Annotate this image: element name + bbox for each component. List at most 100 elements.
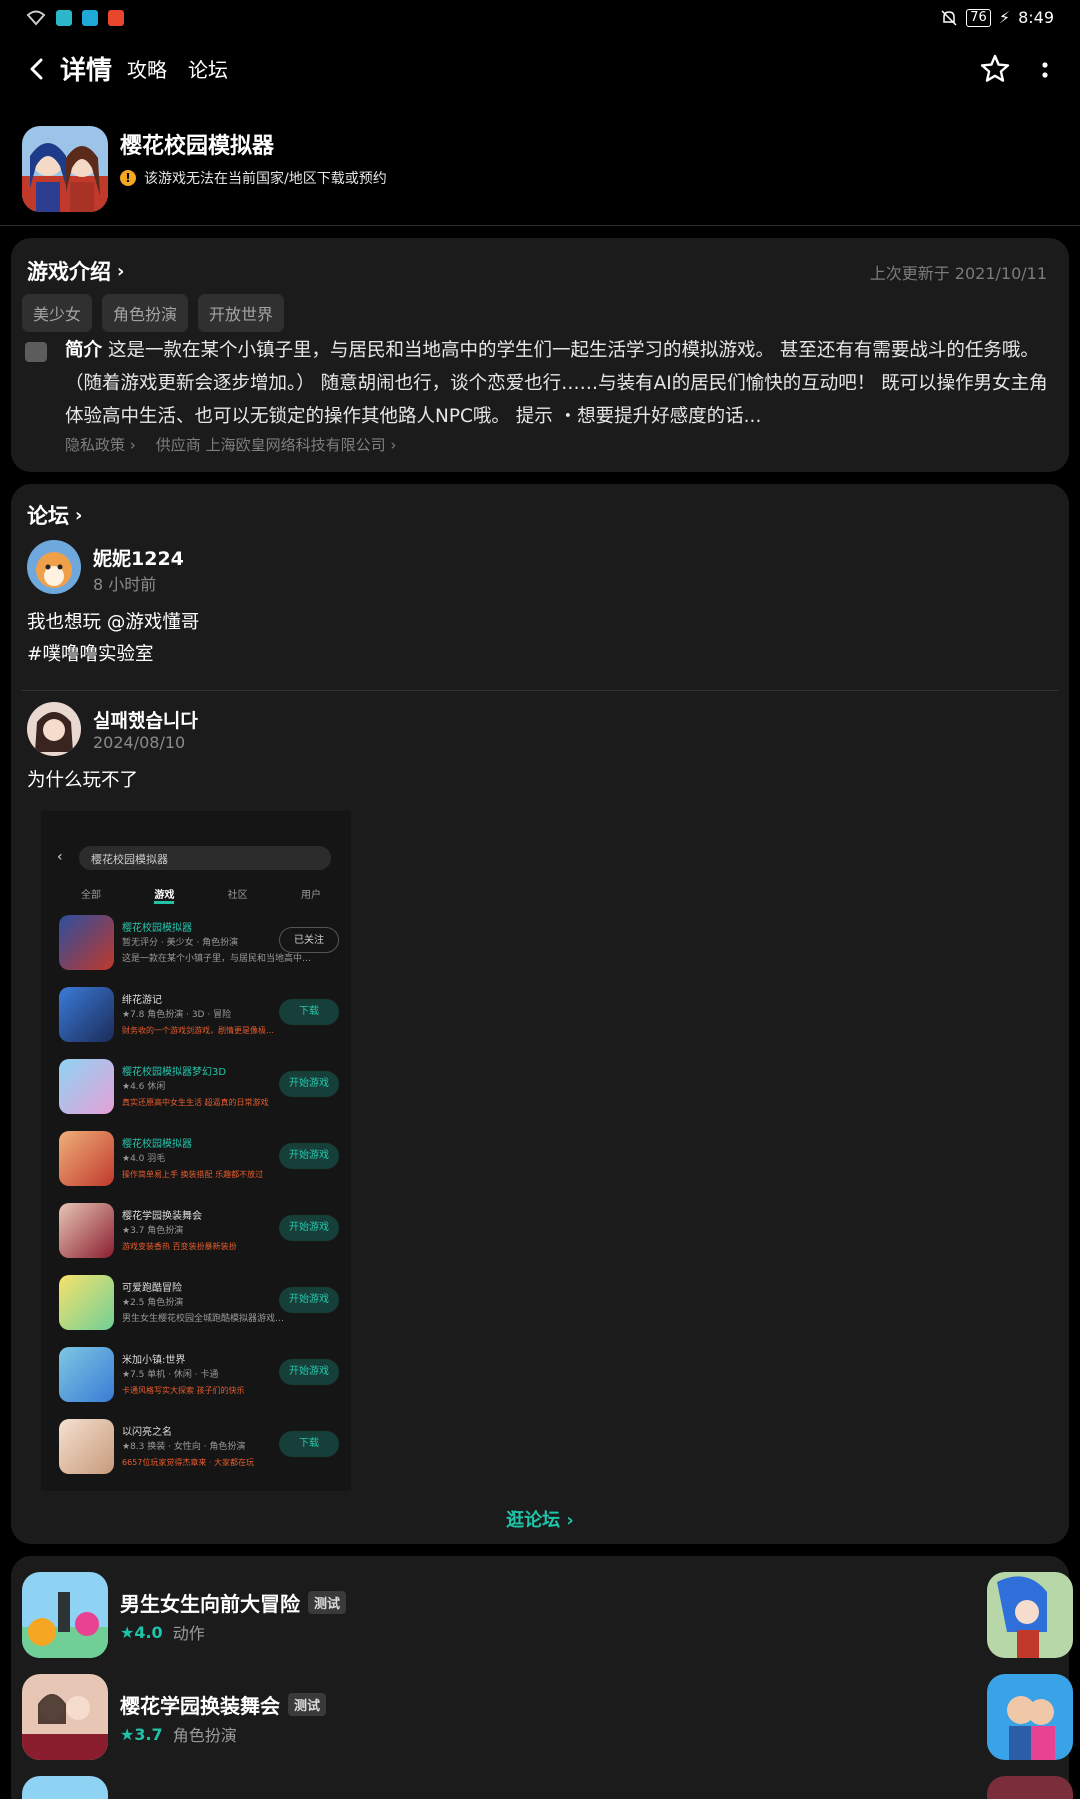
post-author[interactable]: 실패했습니다 [93,706,198,733]
tab-users: 用户 [300,890,321,901]
recommended-game[interactable]: 男生女生向前大冒险 测试 ★4.0 动作 [22,1572,1073,1662]
tag-item[interactable]: 开放世界 [198,294,285,332]
game-title: 樱花校园模拟器 [120,134,275,159]
tab-all: 全部 [81,890,101,901]
result-row: 可爱跑酷冒险 ★2.5 角色扮演 男生女生樱花校园全城跑酷模拟器游戏… 开始游戏 [59,1275,339,1337]
result-name: 樱花校园模拟器 [122,923,192,934]
tab-forum[interactable]: 论坛 [188,54,228,83]
tab-community: 社区 [227,890,248,901]
game-icon [59,987,114,1042]
result-highlight: 操作简单易上手 换装搭配 乐趣都不放过 [122,1170,264,1179]
policy-links: 隐私政策 › 供应商 上海欧皇网络科技有限公司 › [65,434,396,455]
result-highlight: 游戏变装香热 百变装扮暴新装扮 [122,1242,237,1251]
status-icons-left [26,10,124,26]
result-row: 绯花游记 ★7.8 角色扮演 · 3D · 冒险 财务收的一个游戏剑游戏，剧情更… [59,987,339,1049]
tag-item[interactable]: 美少女 [22,294,93,332]
recommended-title: 樱花学园换装舞会 [120,1694,280,1718]
clock: 8:49 [1018,8,1054,27]
recommended-meta: ★4.0 动作 [120,1620,205,1644]
result-name: 樱花校园模拟器 [122,1139,192,1150]
game-thumbnail [987,1674,1073,1760]
divider [0,225,1080,226]
tab-guides[interactable]: 攻略 [127,54,167,83]
visit-forum-link[interactable]: 逛论坛 › [11,1506,1069,1532]
result-name: 樱花学园换装舞会 [122,1211,202,1222]
search-bar: 樱花校园模拟器 [79,846,331,870]
result-row: 樱花校园模拟器 暂无评分 · 美少女 · 角色扮演 这是一款在某个小镇子里，与居… [59,915,339,977]
result-name: 樱花校园模拟器梦幻3D [122,1067,227,1078]
chevron-right-icon: › [117,260,125,282]
post-image[interactable]: ‹ 樱花校园模拟器 全部 游戏 社区 用户 樱花校园模拟器 暂无评分 · 美少女… [41,811,351,1491]
tag-list: 美少女 角色扮演 开放世界 [22,294,285,332]
charging-icon: ⚡ [998,8,1011,27]
result-meta: ★3.7 角色扮演 [122,1226,184,1236]
game-icon [59,1347,114,1402]
recommended-title-row: 男生女生向前大冒险 测试 [120,1588,347,1617]
tab-details[interactable]: 详情 [60,50,113,87]
app-notification-icon [56,10,72,26]
game-icon [22,1776,108,1799]
result-button: 开始游戏 [279,1287,339,1313]
recommended-title-row: 樱花学园换装舞会 测试 [120,1690,327,1719]
result-row: 米加小镇:世界 ★7.5 单机 · 休闲 · 卡通 卡通风格写实大探索 孩子们的… [59,1347,339,1409]
rating: ★3.7 [120,1724,163,1744]
recommended-game[interactable]: 樱花学园换装舞会 测试 ★3.7 角色扮演 [22,1674,1073,1764]
search-tabs: 全部 游戏 社区 用户 [81,886,321,904]
game-icon [59,1203,114,1258]
star-icon[interactable] [978,52,1012,86]
intro-header[interactable]: 游戏介绍 › [27,256,124,286]
game-thumbnail [987,1776,1073,1799]
game-icon [59,1275,114,1330]
back-arrow-icon: ‹ [57,849,63,865]
recommended-game[interactable] [22,1776,1073,1799]
privacy-policy-link[interactable]: 隐私政策 › [65,434,136,455]
game-icon [22,126,108,212]
result-name: 以闪亮之名 [122,1427,172,1438]
post-hashtag[interactable]: #噗噜噜实验室 [27,638,154,671]
game-icon [22,1674,108,1760]
game-intro-card: 游戏介绍 › 上次更新于 2021/10/11 美少女 角色扮演 开放世界 简介… [11,238,1069,472]
forum-header[interactable]: 论坛 › [27,500,82,530]
post-text: 为什么玩不了 [27,770,139,791]
back-arrow-icon[interactable] [22,54,52,84]
status-bar: 76 ⚡ 8:49 [0,0,1080,40]
status-icons-right: 76 ⚡ 8:49 [940,8,1054,27]
forum-card: 论坛 › 妮妮1224 8 小时前 我也想玩 @游戏懂哥 #噗噜噜实验室 실패했… [11,484,1069,1544]
taptap-icon [82,10,98,26]
info-icon: ! [120,170,136,186]
result-button: 下载 [279,999,339,1025]
post-author[interactable]: 妮妮1224 [93,544,184,571]
tab-games: 游戏 [154,886,175,904]
result-meta: ★7.5 单机 · 休闲 · 卡通 [122,1370,219,1380]
description-label: 简介 [65,340,103,361]
result-row: 樱花校园模拟器 ★4.0 羽毛 操作简单易上手 换装搭配 乐趣都不放过 开始游戏 [59,1131,339,1193]
forum-post[interactable]: 실패했습니다 2024/08/10 为什么玩不了 [27,702,1057,802]
avatar[interactable] [27,540,81,594]
result-meta: ★8.3 换装 · 女性向 · 角色扮演 [122,1442,246,1452]
test-badge: 测试 [308,1591,347,1614]
tag-item[interactable]: 角色扮演 [102,294,189,332]
game-icon [59,1419,114,1474]
result-button: 下载 [279,1431,339,1457]
region-notice: ! 该游戏无法在当前国家/地区下载或预约 [120,168,387,188]
mute-bell-icon [941,9,957,26]
result-meta: ★7.8 角色扮演 · 3D · 冒险 [122,1010,232,1020]
provider-link[interactable]: 供应商 上海欧皇网络科技有限公司 › [156,434,397,455]
post-time: 8 小时前 [93,575,157,594]
game-description[interactable]: 简介 这是一款在某个小镇子里，与居民和当地高中的学生们一起生活学习的模拟游戏。 甚… [65,334,1055,433]
more-options-icon[interactable] [1040,56,1050,84]
result-meta: ★4.6 休闲 [122,1082,166,1092]
description-text: 这是一款在某个小镇子里，与居民和当地高中的学生们一起生活学习的模拟游戏。 甚至还… [65,340,1048,427]
chevron-right-icon: › [75,504,83,526]
game-thumbnail [987,1572,1073,1658]
result-highlight: 卡通风格写实大探索 孩子们的快乐 [122,1386,245,1395]
result-button: 开始游戏 [279,1359,339,1385]
forum-post[interactable]: 妮妮1224 8 小时前 我也想玩 @游戏懂哥 #噗噜噜实验室 [27,540,1057,680]
battery-level: 76 [966,8,991,27]
recommendation-card: 男生女生向前大冒险 测试 ★4.0 动作 樱花学园换装舞会 测试 ★3.7 角色… [11,1556,1073,1799]
rating: ★4.0 [120,1622,163,1642]
result-highlight: 财务收的一个游戏剑游戏，剧情更是像极… [122,1026,274,1035]
wifi-icon [26,10,46,26]
result-row: 樱花校园模拟器梦幻3D ★4.6 休闲 真实还原高中女生生活 超逼真的日常游戏 … [59,1059,339,1121]
avatar[interactable] [27,702,81,756]
